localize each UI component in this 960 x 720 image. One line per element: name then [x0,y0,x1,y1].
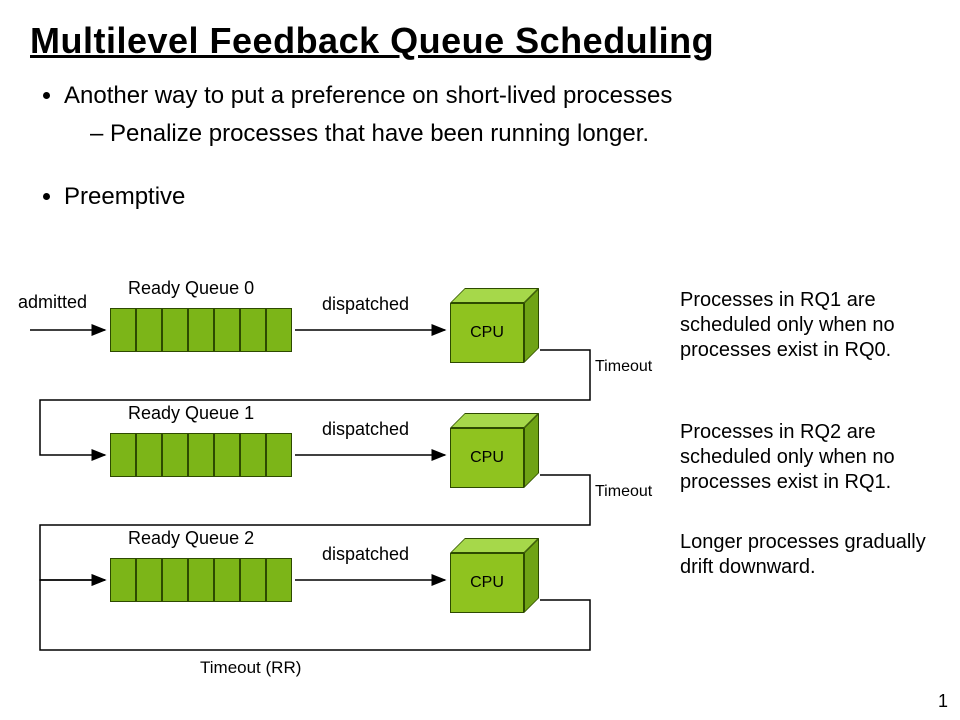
bullet-list: Another way to put a preference on short… [30,80,910,219]
label-timeout-1: Timeout [595,483,652,501]
side-text-1: Processes in RQ1 are scheduled only when… [680,288,940,363]
bullet-1-sub: Penalize processes that have been runnin… [90,118,910,150]
bullet-2: Preemptive [64,181,910,213]
ready-queue-1 [110,433,292,477]
cpu-0-label: CPU [450,303,524,363]
cpu-2: CPU [450,538,540,613]
label-timeout-0: Timeout [595,358,652,376]
label-dispatched-1: dispatched [322,419,409,440]
cpu-1-label: CPU [450,428,524,488]
cpu-0: CPU [450,288,540,363]
ready-queue-0 [110,308,292,352]
side-text-2: Processes in RQ2 are scheduled only when… [680,420,940,495]
label-rq0: Ready Queue 0 [128,278,254,299]
bullet-spacer [64,157,910,175]
label-rq2: Ready Queue 2 [128,528,254,549]
ready-queue-2 [110,558,292,602]
label-admitted: admitted [18,292,87,313]
page-number: 1 [938,691,948,712]
bullet-1: Another way to put a preference on short… [64,80,910,112]
side-text-3: Longer processes gradually drift downwar… [680,530,940,580]
label-dispatched-2: dispatched [322,544,409,565]
diagram: admitted Ready Queue 0 dispatched CPU Ti… [0,270,960,690]
label-dispatched-0: dispatched [322,294,409,315]
cpu-2-label: CPU [450,553,524,613]
label-rq1: Ready Queue 1 [128,403,254,424]
slide-title: Multilevel Feedback Queue Scheduling [30,20,714,62]
label-timeout-rr: Timeout (RR) [200,658,301,678]
cpu-1: CPU [450,413,540,488]
